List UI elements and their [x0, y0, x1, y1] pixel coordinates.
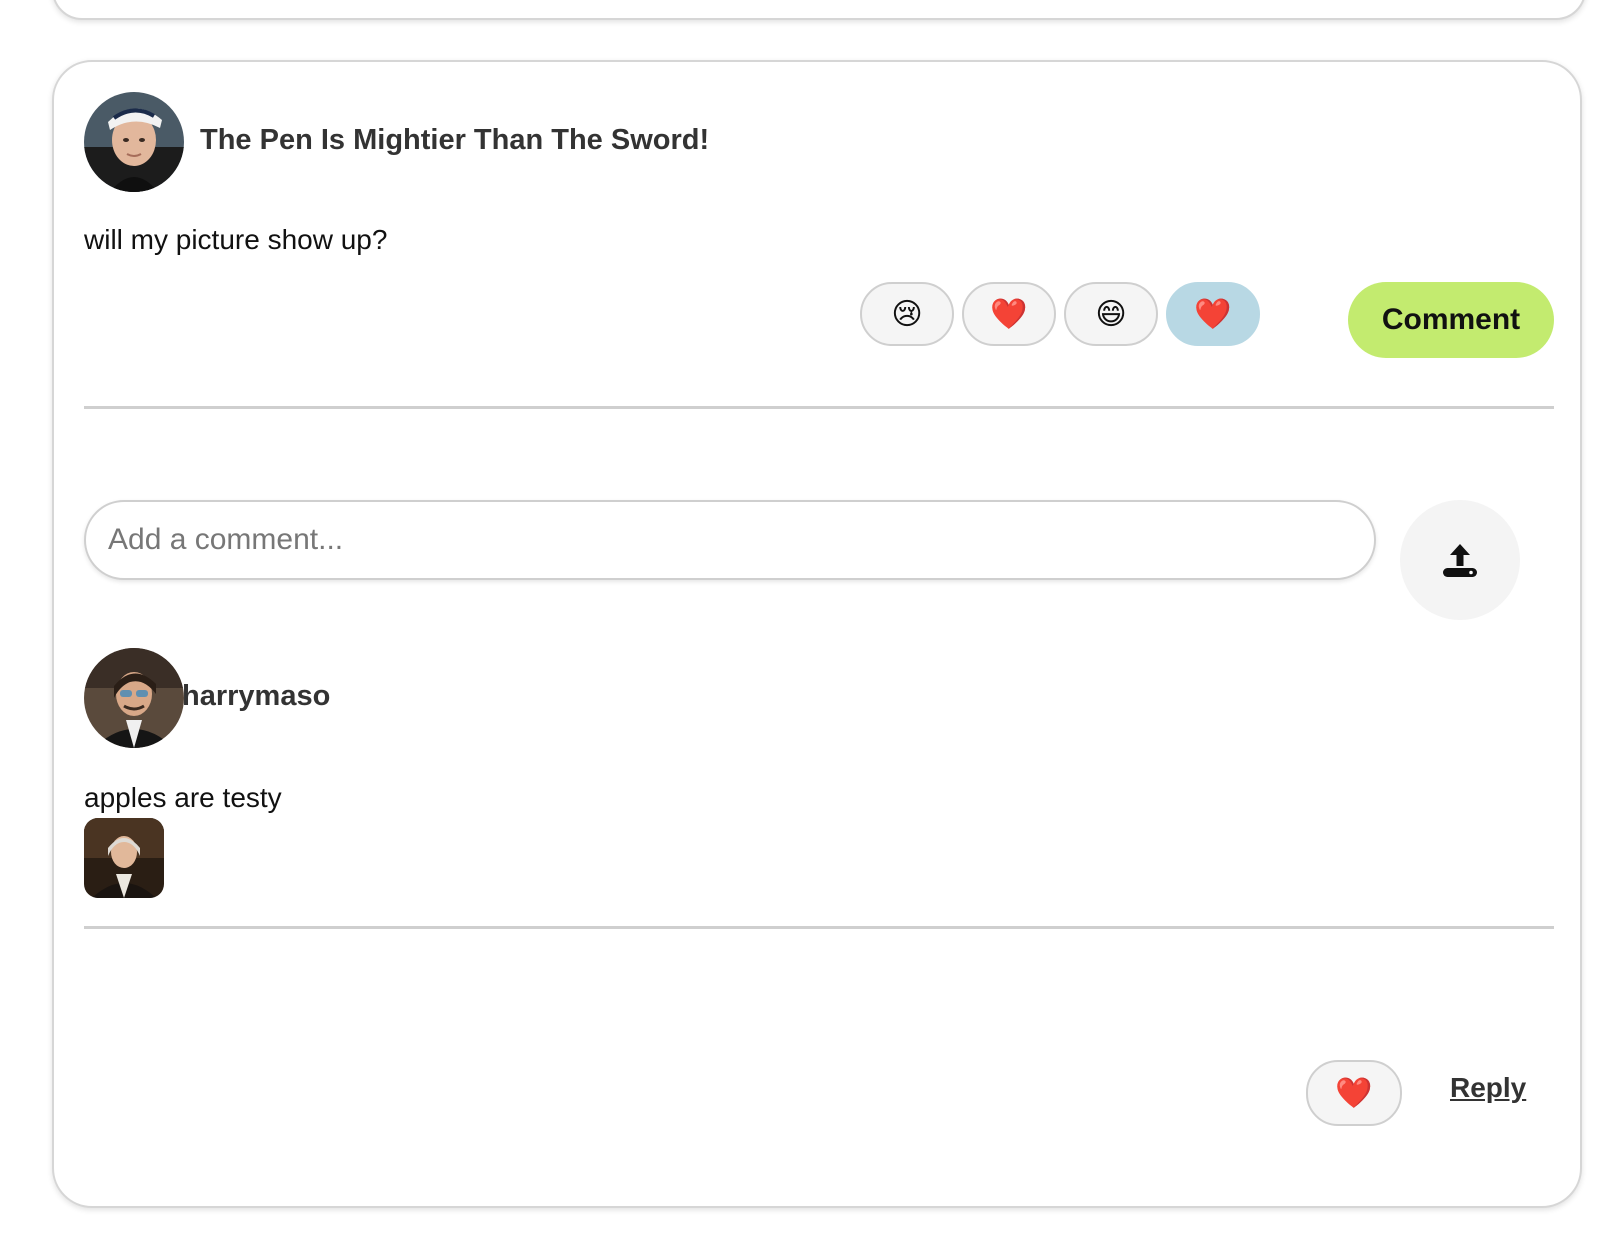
upload-icon	[1443, 544, 1477, 577]
comment-author-avatar[interactable]	[84, 648, 184, 748]
reaction-heart-button[interactable]: ❤️	[962, 282, 1056, 346]
comment-author-name: harrymaso	[182, 680, 331, 712]
grinning-face-icon: 😄	[1095, 297, 1127, 331]
crying-face-icon: 😢	[891, 297, 923, 331]
red-heart-icon: ❤️	[990, 297, 1028, 331]
comment-button[interactable]: Comment	[1348, 282, 1554, 358]
reaction-crying-button[interactable]: 😢	[860, 282, 954, 346]
red-heart-icon: ❤️	[1335, 1076, 1373, 1110]
post-body: will my picture show up?	[84, 224, 388, 255]
comment-text: apples are testy	[84, 782, 282, 813]
comment-image-attachment[interactable]	[84, 818, 164, 898]
reaction-heart-selected-button[interactable]: ❤️	[1166, 282, 1260, 346]
post-title: The Pen Is Mightier Than The Sword!	[200, 124, 710, 156]
upload-button[interactable]	[1400, 500, 1520, 620]
divider	[84, 926, 1554, 929]
reaction-grinning-button[interactable]: 😄	[1064, 282, 1158, 346]
previous-post-card	[52, 0, 1586, 20]
comment-like-button[interactable]: ❤️	[1306, 1060, 1402, 1126]
red-heart-icon: ❤️	[1194, 297, 1232, 331]
comment-input[interactable]	[84, 500, 1376, 580]
reply-link[interactable]: Reply	[1450, 1072, 1526, 1104]
divider	[84, 406, 1554, 409]
post-card: The Pen Is Mightier Than The Sword! will…	[52, 60, 1582, 1208]
post-author-avatar[interactable]	[84, 92, 184, 192]
